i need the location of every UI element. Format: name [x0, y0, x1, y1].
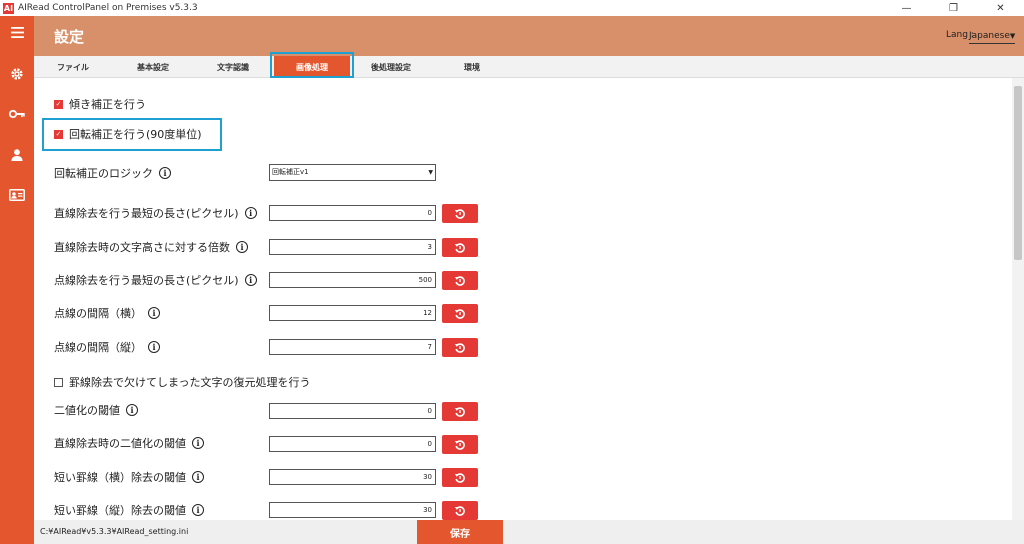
min-dotted-line-length-input[interactable]: 500	[269, 272, 436, 288]
footer: C:¥AIRead¥v5.3.3¥AIRead_setting.ini 保存	[34, 520, 1024, 544]
tab-bar: ファイル 基本設定 文字認識 画像処理 後処理設定 環境	[34, 56, 1024, 78]
title-bar: AI AIRead ControlPanel on Premises v5.3.…	[0, 0, 1024, 16]
lang-value: Japanese	[969, 30, 1010, 41]
tab-file[interactable]: ファイル	[44, 56, 102, 78]
info-icon[interactable]: i	[192, 437, 204, 449]
reset-icon	[454, 275, 465, 286]
app-logo-icon: AI	[3, 2, 14, 14]
deskew-checkbox[interactable]: ✓	[54, 99, 63, 109]
gear-icon[interactable]	[0, 62, 34, 86]
short-line-horizontal-threshold-input[interactable]: 30	[269, 469, 436, 485]
rotation-checkbox[interactable]: ✓	[54, 129, 63, 139]
info-icon[interactable]: i	[192, 471, 204, 483]
rotation-option[interactable]: ✓ 回転補正を行う(90度単位)	[54, 126, 202, 142]
app-window: AI AIRead ControlPanel on Premises v5.3.…	[0, 0, 1024, 544]
minimize-button[interactable]: —	[883, 0, 930, 16]
field-label: 点線除去を行う最短の長さ(ピクセル) i	[54, 272, 257, 288]
header: 設定 Lang : Japanese ▼	[34, 16, 1024, 56]
window-controls: — ❐ ✕	[883, 0, 1024, 16]
restore-option[interactable]: 罫線除去で欠けてしまった文字の復元処理を行う	[54, 374, 311, 390]
tab-character-recognition[interactable]: 文字認識	[202, 56, 264, 78]
reset-icon	[454, 406, 465, 417]
dotted-gap-vertical-input[interactable]: 7	[269, 339, 436, 355]
key-icon[interactable]	[0, 102, 34, 126]
reset-icon	[454, 342, 465, 353]
window-title: AIRead ControlPanel on Premises v5.3.3	[18, 3, 198, 13]
vertical-scrollbar[interactable]	[1012, 78, 1024, 520]
tab-image-processing[interactable]: 画像処理	[274, 56, 350, 78]
field-label: 直線除去時の二値化の閾値 i	[54, 435, 204, 451]
short-line-vertical-threshold-input[interactable]: 30	[269, 502, 436, 518]
char-height-multiplier-input[interactable]: 3	[269, 239, 436, 255]
settings-panel: ✓ 傾き補正を行う ✓ 回転補正を行う(90度単位) 回転補正のロジック i 回…	[34, 78, 1012, 520]
lang-select[interactable]: Japanese ▼	[969, 28, 1015, 44]
rotation-logic-select[interactable]: 回転補正v1 ▼	[269, 164, 436, 181]
info-icon[interactable]: i	[148, 341, 160, 353]
reset-button[interactable]	[442, 204, 478, 223]
tab-environment[interactable]: 環境	[444, 56, 500, 78]
info-icon[interactable]: i	[236, 241, 248, 253]
maximize-button[interactable]: ❐	[930, 0, 977, 16]
info-icon[interactable]: i	[126, 404, 138, 416]
sidebar	[0, 16, 34, 544]
reset-icon	[454, 439, 465, 450]
info-icon[interactable]: i	[244, 207, 257, 219]
deskew-label: 傾き補正を行う	[69, 98, 146, 111]
deskew-option[interactable]: ✓ 傾き補正を行う	[54, 96, 146, 112]
reset-button[interactable]	[442, 304, 478, 323]
reset-icon	[454, 308, 465, 319]
reset-button[interactable]	[442, 468, 478, 487]
caret-down-icon: ▼	[1009, 31, 1016, 40]
reset-icon	[454, 208, 465, 219]
info-icon[interactable]: i	[244, 274, 257, 286]
line-removal-binarization-threshold-input[interactable]: 0	[269, 436, 436, 452]
field-label: 直線除去を行う最短の長さ(ピクセル) i	[54, 205, 257, 221]
scrollbar-thumb[interactable]	[1014, 86, 1022, 260]
user-icon[interactable]	[0, 143, 34, 167]
field-label: 点線の間隔（縦） i	[54, 339, 160, 355]
reset-button[interactable]	[442, 271, 478, 290]
info-icon[interactable]: i	[159, 167, 171, 179]
settings-file-path: C:¥AIRead¥v5.3.3¥AIRead_setting.ini	[40, 527, 189, 536]
close-button[interactable]: ✕	[977, 0, 1024, 16]
restore-label: 罫線除去で欠けてしまった文字の復元処理を行う	[69, 376, 311, 389]
page-title: 設定	[54, 28, 85, 46]
info-icon[interactable]: i	[148, 307, 160, 319]
reset-button[interactable]	[442, 501, 478, 520]
dotted-gap-horizontal-input[interactable]: 12	[269, 305, 436, 321]
binarization-threshold-input[interactable]: 0	[269, 403, 436, 419]
menu-icon[interactable]	[0, 20, 34, 44]
reset-button[interactable]	[442, 338, 478, 357]
reset-button[interactable]	[442, 402, 478, 421]
reset-button[interactable]	[442, 238, 478, 257]
field-label: 直線除去時の文字高さに対する倍数 i	[54, 239, 248, 255]
reset-icon	[454, 472, 465, 483]
id-card-icon[interactable]	[0, 183, 34, 207]
field-label: 短い罫線（横）除去の閾値 i	[54, 469, 204, 485]
field-label: 二値化の閾値 i	[54, 402, 138, 418]
field-label: 短い罫線（縦）除去の閾値 i	[54, 502, 204, 518]
info-icon[interactable]: i	[192, 504, 204, 516]
tab-postprocessing-settings[interactable]: 後処理設定	[356, 56, 426, 78]
rotation-label: 回転補正を行う(90度単位)	[69, 128, 202, 141]
reset-icon	[454, 242, 465, 253]
rotation-logic-label: 回転補正のロジック i	[54, 165, 171, 181]
save-button[interactable]: 保存	[417, 520, 503, 544]
min-line-length-input[interactable]: 0	[269, 205, 436, 221]
field-label: 点線の間隔（横） i	[54, 305, 160, 321]
reset-icon	[454, 505, 465, 516]
reset-button[interactable]	[442, 435, 478, 454]
tab-basic-settings[interactable]: 基本設定	[122, 56, 184, 78]
caret-down-icon: ▼	[428, 169, 433, 176]
rotation-logic-value: 回転補正v1	[272, 168, 309, 176]
restore-checkbox[interactable]	[54, 377, 63, 387]
